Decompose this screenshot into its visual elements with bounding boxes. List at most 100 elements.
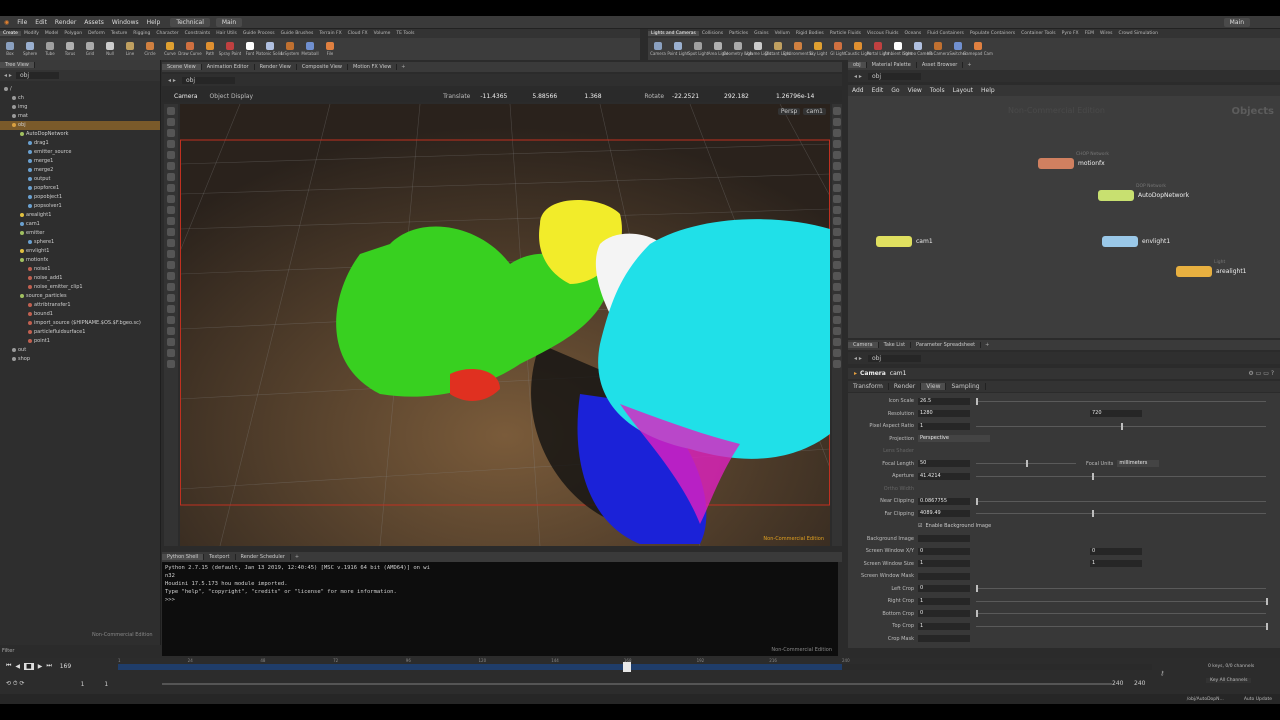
range-end[interactable]: 240 xyxy=(1112,680,1123,687)
viewport-tool-icon[interactable] xyxy=(833,272,841,280)
shelf-tool[interactable]: Curve xyxy=(160,42,180,56)
tree-row[interactable]: merge2 xyxy=(0,166,160,175)
tree-row[interactable]: envlight1 xyxy=(0,247,160,256)
shelf-tool[interactable]: Tube xyxy=(40,42,60,56)
network-node[interactable]: AutoDopNetwork DOP Network xyxy=(1098,184,1189,201)
param-field[interactable]: 0.0867755 xyxy=(918,497,970,505)
shelf-tab[interactable]: Particle Fluids xyxy=(827,31,864,36)
tree-row[interactable]: output xyxy=(0,175,160,184)
panel-tab[interactable]: Camera xyxy=(848,342,879,348)
network-node[interactable]: envlight1 xyxy=(1102,236,1170,247)
shelf-tab[interactable]: Rigid Bodies xyxy=(793,31,827,36)
range-end-2[interactable]: 240 xyxy=(1134,680,1145,687)
nav-arrows-icon[interactable]: ◂ ▸ xyxy=(854,73,862,80)
param-field-2[interactable]: 0 xyxy=(1090,547,1142,555)
viewport-tool-icon[interactable] xyxy=(833,118,841,126)
filter-label[interactable]: Filter xyxy=(2,648,14,654)
python-shell[interactable]: Python 2.7.15 (default, Jan 13 2019, 12:… xyxy=(162,562,838,656)
shelf-tab[interactable]: Fluid Containers xyxy=(924,31,967,36)
camera-menu[interactable]: Camera xyxy=(174,93,198,100)
tree-row[interactable]: obj xyxy=(0,121,160,130)
viewport-tool-icon[interactable] xyxy=(167,217,175,225)
tree-row[interactable]: particlefluidsurface1 xyxy=(0,328,160,337)
shelf-tool[interactable]: Platonic Solids xyxy=(256,42,284,56)
shelf-tool[interactable]: Line xyxy=(120,42,140,56)
viewport-tool-icon[interactable] xyxy=(833,316,841,324)
menu-windows[interactable]: Windows xyxy=(108,19,143,26)
panel-tab[interactable]: Render View xyxy=(255,64,297,70)
param-check-label[interactable]: Enable Background Image xyxy=(925,523,991,529)
param-slider[interactable] xyxy=(976,472,1266,480)
shelf-tab[interactable]: Populate Containers xyxy=(967,31,1018,36)
shelf-tab[interactable]: Particles xyxy=(726,31,751,36)
menu-assets[interactable]: Assets xyxy=(80,19,108,26)
shelf-tab[interactable]: Hair Utils xyxy=(213,31,240,36)
viewport-tool-icon[interactable] xyxy=(167,272,175,280)
param-subtab[interactable]: View xyxy=(921,383,947,390)
viewport-tool-icon[interactable] xyxy=(167,316,175,324)
shelf-tab[interactable]: Viscous Fluids xyxy=(864,31,902,36)
param-field[interactable]: 1 xyxy=(918,622,970,630)
shelf-tool[interactable]: Camera xyxy=(648,42,668,56)
viewport-tool-icon[interactable] xyxy=(833,305,841,313)
param-field[interactable] xyxy=(918,635,970,642)
tree-row[interactable]: popobject1 xyxy=(0,193,160,202)
param-subtab[interactable]: Sampling xyxy=(946,383,986,390)
viewport-tool-icon[interactable] xyxy=(167,151,175,159)
param-field[interactable]: 41.4214 xyxy=(918,472,970,480)
param-slider[interactable] xyxy=(976,610,1266,617)
viewport-tool-icon[interactable] xyxy=(167,338,175,346)
shelf-tab[interactable]: TE Tools xyxy=(393,31,417,36)
shelf-tab[interactable]: Model xyxy=(42,31,62,36)
tree-path[interactable]: obj xyxy=(15,72,60,79)
shelf-tool[interactable]: Environment Light xyxy=(783,42,813,56)
param-field-2[interactable]: 1 xyxy=(1090,560,1142,567)
param-field[interactable]: 0 xyxy=(918,610,970,617)
viewport-tool-icon[interactable] xyxy=(833,162,841,170)
tree-row[interactable]: bound1 xyxy=(0,310,160,319)
scene-viewport[interactable]: Non-Commercial Edition Persp cam1 xyxy=(180,104,830,546)
network-menu-item[interactable]: Add xyxy=(848,87,868,94)
shelf-tab[interactable]: Oceans xyxy=(902,31,925,36)
param-field[interactable]: 0 xyxy=(918,585,970,592)
slider-knob[interactable] xyxy=(976,585,978,592)
viewport-tool-icon[interactable] xyxy=(833,250,841,258)
param-slider[interactable] xyxy=(976,597,1268,605)
slider-knob[interactable] xyxy=(976,497,978,505)
viewport-tool-icon[interactable] xyxy=(833,338,841,346)
shelf-tab[interactable]: Rigging xyxy=(130,31,153,36)
range-slider[interactable] xyxy=(162,683,1112,685)
shelf-tool[interactable]: Box xyxy=(0,42,20,56)
houdini-logo-icon[interactable]: ◉ xyxy=(0,19,13,26)
python-prompt[interactable]: >>> xyxy=(165,596,835,604)
network-menu-item[interactable]: Layout xyxy=(949,87,977,94)
param-subtab[interactable]: Transform xyxy=(848,383,889,390)
shelf-tab[interactable]: Vellum xyxy=(772,31,793,36)
viewport-tool-icon[interactable] xyxy=(833,283,841,291)
playhead[interactable] xyxy=(622,662,631,672)
panel-tab[interactable]: obj xyxy=(848,62,867,68)
viewport-tool-icon[interactable] xyxy=(167,195,175,203)
slider-knob[interactable] xyxy=(1266,597,1268,605)
tree-row[interactable]: popsolver1 xyxy=(0,202,160,211)
param-field[interactable]: 1 xyxy=(918,422,970,430)
viewport-tool-icon[interactable] xyxy=(167,140,175,148)
range-start-2[interactable]: 1 xyxy=(104,681,108,688)
shelf-tab[interactable]: FEM xyxy=(1082,31,1097,36)
viewport-tool-icon[interactable] xyxy=(167,118,175,126)
shelf-tool[interactable]: File xyxy=(320,42,340,56)
viewport-tool-icon[interactable] xyxy=(833,151,841,159)
panel-tab[interactable]: Parameter Spreadsheet xyxy=(911,342,982,348)
shelf-tool[interactable]: L-System xyxy=(280,42,300,56)
shelf-tab[interactable]: Pyro FX xyxy=(1059,31,1082,36)
panel-tab[interactable]: Motion FX View xyxy=(348,64,398,70)
slider-knob[interactable] xyxy=(1092,472,1094,480)
param-field[interactable]: 1 xyxy=(918,597,970,605)
param-field[interactable]: 1280 xyxy=(918,410,970,417)
shelf-tab[interactable]: Guide Process xyxy=(240,31,278,36)
slider-knob[interactable] xyxy=(976,397,978,405)
shelf-tool[interactable]: Caustic Light xyxy=(845,42,871,56)
param-units[interactable]: millimeters xyxy=(1117,460,1160,467)
tree-row[interactable]: emitter xyxy=(0,229,160,238)
add-tab-icon[interactable]: + xyxy=(981,342,993,348)
